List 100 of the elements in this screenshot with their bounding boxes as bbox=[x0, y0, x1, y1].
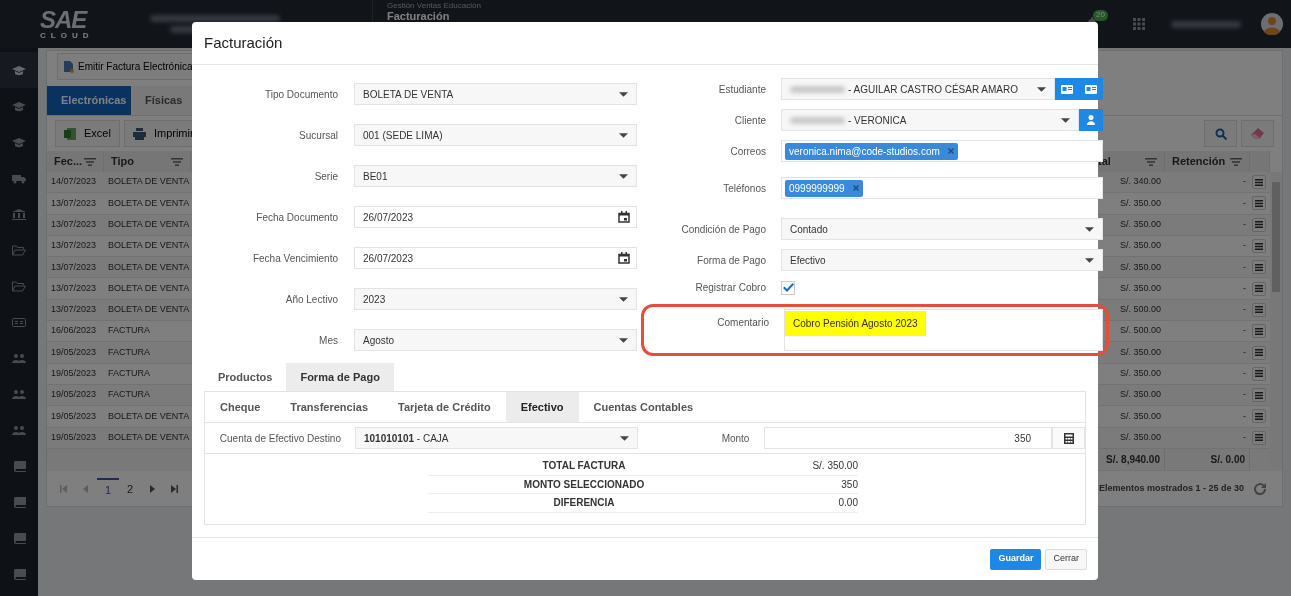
select-field[interactable]: BE01 bbox=[354, 165, 637, 187]
row-menu-button[interactable] bbox=[1252, 196, 1266, 211]
select-field[interactable]: - AGUILAR CASTRO CÉSAR AMARO bbox=[781, 78, 1055, 100]
caret-icon bbox=[619, 91, 628, 97]
scrollbar[interactable] bbox=[1270, 172, 1282, 471]
modal-title: Facturación bbox=[204, 32, 283, 53]
menu-icon bbox=[1255, 178, 1263, 186]
summary-value: 0.00 bbox=[740, 494, 858, 513]
select-field[interactable]: 001 (SEDE LIMA) bbox=[354, 124, 637, 146]
excel-button[interactable]: Excel bbox=[55, 120, 120, 147]
status-text: Elementos mostrados 1 - 25 de 30 bbox=[1098, 482, 1244, 496]
sidebar-item[interactable] bbox=[0, 52, 38, 88]
apps-icon[interactable] bbox=[1133, 18, 1145, 30]
bank-icon bbox=[12, 208, 26, 220]
tab[interactable]: Forma de Pago bbox=[286, 363, 394, 391]
checkbox[interactable] bbox=[781, 280, 795, 295]
field-label: Sucursal bbox=[298, 128, 338, 143]
row-menu-button[interactable] bbox=[1252, 366, 1266, 381]
row-menu-button[interactable] bbox=[1252, 388, 1266, 403]
filter-icon[interactable] bbox=[1145, 157, 1157, 166]
table-cell: 19/05/2023 bbox=[47, 427, 104, 449]
last-page-icon bbox=[170, 485, 178, 493]
blurred-text bbox=[790, 116, 845, 124]
avatar-icon[interactable] bbox=[1261, 13, 1283, 35]
date-field[interactable]: 26/07/2023 bbox=[354, 206, 637, 228]
folder-icon bbox=[12, 244, 26, 256]
row-menu-button[interactable] bbox=[1252, 239, 1266, 254]
field-label: Año Lectivo bbox=[284, 292, 338, 307]
filter-icon[interactable] bbox=[171, 157, 183, 166]
date-field[interactable]: 26/07/2023 bbox=[354, 247, 637, 269]
refresh-icon[interactable] bbox=[1254, 483, 1266, 495]
close-button[interactable]: Cerrar bbox=[1045, 548, 1087, 570]
row-menu-button[interactable] bbox=[1252, 430, 1266, 445]
person-button[interactable] bbox=[1079, 109, 1103, 131]
tag-field[interactable]: veronica.nima@code-studios.com bbox=[781, 140, 1103, 162]
select-field[interactable]: 101010101 - CAJA bbox=[355, 427, 638, 449]
remove-icon[interactable] bbox=[852, 185, 859, 191]
summary-value: 350 bbox=[740, 475, 858, 494]
select-field[interactable]: 2023 bbox=[354, 288, 637, 310]
table-cell: - bbox=[1165, 214, 1250, 236]
row-menu-button[interactable] bbox=[1252, 345, 1266, 360]
eraser-button[interactable] bbox=[1241, 120, 1274, 147]
table-cell: 13/07/2023 bbox=[47, 214, 104, 236]
select-field[interactable]: BOLETA DE VENTA bbox=[354, 83, 637, 105]
folder-icon bbox=[12, 280, 26, 292]
id-card-button[interactable] bbox=[1055, 78, 1079, 100]
row-menu-button[interactable] bbox=[1252, 260, 1266, 275]
tag-field[interactable]: 0999999999 bbox=[781, 177, 1103, 199]
calendar-icon bbox=[618, 252, 630, 264]
field-label: Mes bbox=[318, 333, 338, 348]
id-card-icon bbox=[1061, 84, 1073, 94]
summary-label: TOTAL FACTURA bbox=[428, 457, 740, 476]
field-label: Estudiante bbox=[717, 82, 766, 97]
row-menu-button[interactable] bbox=[1252, 324, 1266, 339]
menu-icon bbox=[1255, 370, 1263, 378]
row-menu-button[interactable] bbox=[1252, 409, 1266, 424]
field-label: Registrar Cobro bbox=[694, 281, 766, 295]
select-field[interactable]: Contado bbox=[781, 218, 1103, 240]
remove-icon[interactable] bbox=[947, 148, 954, 154]
table-cell: FACTURA bbox=[104, 342, 191, 364]
select-field[interactable]: Efectivo bbox=[781, 249, 1103, 271]
caret-icon bbox=[619, 296, 628, 302]
check-icon bbox=[782, 283, 794, 292]
save-button[interactable]: Guardar bbox=[990, 548, 1042, 570]
table-cell: 19/05/2023 bbox=[47, 363, 104, 385]
calculator-button[interactable] bbox=[1052, 427, 1085, 449]
tab[interactable]: Efectivo bbox=[505, 392, 579, 422]
page-button[interactable]: 1 bbox=[97, 478, 119, 500]
table-cell: BOLETA DE VENTA bbox=[104, 278, 191, 300]
caret-icon bbox=[619, 435, 629, 441]
amount-field[interactable]: 350 bbox=[764, 427, 1053, 449]
summary-label: DIFERENCIA bbox=[428, 494, 740, 513]
menu-icon bbox=[1255, 349, 1263, 356]
menu-icon bbox=[1255, 199, 1263, 207]
table-cell: BOLETA DE VENTA bbox=[104, 193, 191, 215]
field-label: Comentario bbox=[716, 316, 769, 330]
select-field[interactable]: Agosto bbox=[354, 329, 637, 351]
row-menu-button[interactable] bbox=[1252, 217, 1266, 232]
book-icon bbox=[12, 532, 26, 544]
select-field[interactable]: - VERONICA bbox=[781, 109, 1079, 131]
filter-icon[interactable] bbox=[84, 157, 96, 166]
caret-icon bbox=[1037, 86, 1046, 92]
filter-icon[interactable] bbox=[1230, 157, 1242, 166]
table-cell: - bbox=[1165, 427, 1250, 449]
card-icon bbox=[12, 316, 26, 328]
tag: veronica.nima@code-studios.com bbox=[785, 142, 958, 160]
field-label: Tipo Documento bbox=[264, 87, 338, 102]
row-menu-button[interactable] bbox=[1252, 175, 1266, 190]
spreadsheet-icon bbox=[64, 127, 76, 140]
comment-field[interactable]: Cobro Pensión Agosto 2023 bbox=[784, 309, 1103, 351]
row-menu-button[interactable] bbox=[1252, 302, 1266, 317]
eraser-icon bbox=[1251, 128, 1264, 139]
total-cell: S/. 0.00 bbox=[1165, 448, 1250, 471]
field-label: Condición de Pago bbox=[680, 222, 766, 237]
field-label: Teléfonos bbox=[722, 181, 766, 196]
table-cell: 13/07/2023 bbox=[47, 278, 104, 300]
page-button[interactable]: 2 bbox=[119, 478, 141, 500]
id-card-button[interactable] bbox=[1079, 78, 1103, 100]
row-menu-button[interactable] bbox=[1252, 281, 1266, 296]
search-button[interactable] bbox=[1204, 120, 1237, 147]
